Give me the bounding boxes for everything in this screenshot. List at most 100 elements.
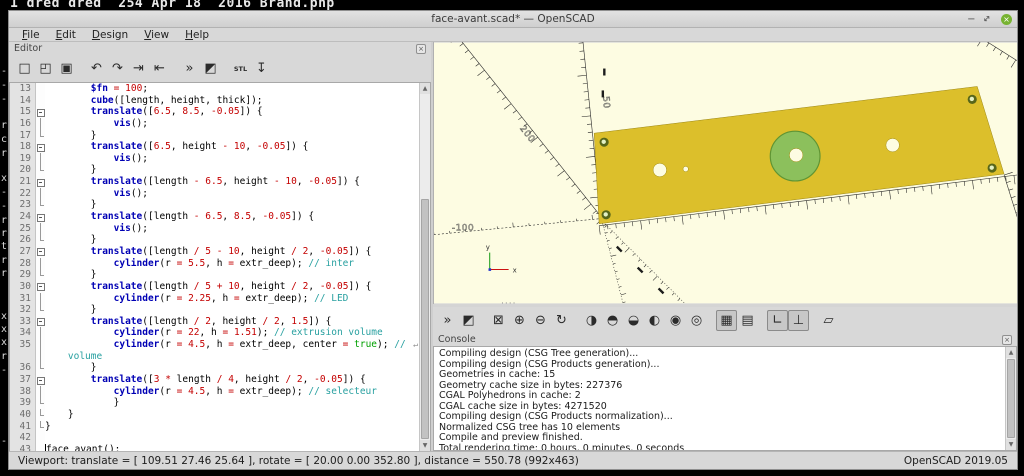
zoom-in-button[interactable]: ⊕ bbox=[509, 310, 530, 331]
scroll-up-icon[interactable]: ▲ bbox=[420, 83, 430, 94]
scroll-down-icon[interactable]: ▼ bbox=[1006, 439, 1016, 450]
view-right-button[interactable]: ◑ bbox=[581, 310, 602, 331]
export-stl-button[interactable]: STL bbox=[230, 58, 251, 79]
fold-margin bbox=[36, 351, 45, 363]
code-line[interactable]: 43face_avant(); bbox=[10, 444, 419, 451]
close-window-button[interactable]: × bbox=[1001, 14, 1012, 25]
horizontal-splitter[interactable] bbox=[433, 304, 1017, 307]
menu-edit[interactable]: Edit bbox=[49, 29, 83, 41]
fold-marker-icon[interactable] bbox=[36, 281, 45, 293]
render-button[interactable]: ◩ bbox=[458, 310, 479, 331]
view-front-button[interactable]: ◉ bbox=[665, 310, 686, 331]
console-line: Compiling design (CSG Tree generation)..… bbox=[439, 349, 1005, 360]
close-icon[interactable]: × bbox=[1002, 335, 1012, 345]
zoom-all-button[interactable]: ⊠ bbox=[488, 310, 509, 331]
console-scrollbar[interactable]: ▲ ▼ bbox=[1005, 347, 1016, 450]
open-file-button[interactable]: ◰ bbox=[35, 58, 56, 79]
code-line[interactable]: 33 translate([length / 2, height / 2, 1.… bbox=[10, 316, 419, 328]
fold-margin bbox=[36, 130, 45, 142]
orthogonal-view-button[interactable]: ▱ bbox=[818, 310, 839, 331]
fold-marker-icon[interactable] bbox=[36, 106, 45, 118]
view-back-button[interactable]: ◎ bbox=[686, 310, 707, 331]
unindent-button[interactable]: ⇤ bbox=[149, 58, 170, 79]
code-line[interactable]: 15 translate([6.5, 8.5, -0.05]) { bbox=[10, 106, 419, 118]
fold-marker-icon[interactable] bbox=[36, 176, 45, 188]
code-text: translate([6.5, height - 10, -0.05]) { bbox=[45, 141, 308, 153]
code-line[interactable]: 17 } bbox=[10, 130, 419, 142]
reset-view-button[interactable]: ↻ bbox=[551, 310, 572, 331]
close-icon[interactable]: × bbox=[416, 44, 426, 54]
code-line[interactable]: 26 } bbox=[10, 234, 419, 246]
menu-file[interactable]: File bbox=[15, 29, 47, 41]
code-line[interactable]: 27 translate([length / 5 - 10, height / … bbox=[10, 246, 419, 258]
code-line[interactable]: 35 cylinder(r = 4.5, h = extr_deep, cent… bbox=[10, 339, 419, 351]
fold-marker-icon[interactable] bbox=[36, 316, 45, 328]
show-wireframe-button[interactable]: ▤ bbox=[737, 310, 758, 331]
menu-help[interactable]: Help bbox=[178, 29, 216, 41]
code-line[interactable]: 41} bbox=[10, 421, 419, 433]
code-line[interactable]: 38 cylinder(r = 4.5, h = extr_deep); // … bbox=[10, 386, 419, 398]
code-line[interactable]: 28 cylinder(r = 5.5, h = extr_deep); // … bbox=[10, 258, 419, 270]
code-text: vis(); bbox=[45, 118, 148, 130]
fold-marker-icon[interactable] bbox=[36, 211, 45, 223]
minimize-button[interactable]: − bbox=[967, 14, 975, 25]
code-line[interactable]: 32 } bbox=[10, 304, 419, 316]
save-file-button[interactable]: ▣ bbox=[56, 58, 77, 79]
redo-button[interactable]: ↷ bbox=[107, 58, 128, 79]
show-scale-markers-button[interactable]: ⊥ bbox=[788, 310, 809, 331]
undo-button[interactable]: ↶ bbox=[86, 58, 107, 79]
code-line[interactable]: 14 cube([length, height, thick]); bbox=[10, 95, 419, 107]
indent-button[interactable]: ⇥ bbox=[128, 58, 149, 79]
code-line[interactable]: 39 } bbox=[10, 397, 419, 409]
show-surfaces-button[interactable]: ▦ bbox=[716, 310, 737, 331]
code-line[interactable]: 22 vis(); bbox=[10, 188, 419, 200]
code-line[interactable]: 40 } bbox=[10, 409, 419, 421]
code-line[interactable]: 29 } bbox=[10, 269, 419, 281]
code-editor[interactable]: 13 $fn = 100;14 cube([length, height, th… bbox=[10, 83, 419, 451]
code-line[interactable]: 20 } bbox=[10, 164, 419, 176]
preview-button[interactable]: » bbox=[437, 310, 458, 331]
scrollbar-thumb[interactable] bbox=[421, 199, 429, 439]
code-line[interactable]: 21 translate([length - 6.5, height - 10,… bbox=[10, 176, 419, 188]
fold-marker-icon[interactable] bbox=[36, 141, 45, 153]
led-hole bbox=[683, 166, 688, 171]
code-line[interactable]: 31 cylinder(r = 2.25, h = extr_deep); //… bbox=[10, 293, 419, 305]
scroll-up-icon[interactable]: ▲ bbox=[1006, 347, 1016, 358]
view-top-button[interactable]: ◓ bbox=[602, 310, 623, 331]
render-button[interactable]: ◩ bbox=[200, 58, 221, 79]
code-line[interactable]: 37 translate([3 * length / 4, height / 2… bbox=[10, 374, 419, 386]
fold-marker-icon[interactable] bbox=[36, 246, 45, 258]
code-line[interactable]: 16 vis(); bbox=[10, 118, 419, 130]
code-line[interactable]: 23 } bbox=[10, 199, 419, 211]
editor-scrollbar[interactable]: ▲ ▼ bbox=[419, 83, 430, 451]
terminal-char: r bbox=[1, 268, 7, 279]
scrollbar-thumb[interactable] bbox=[1007, 359, 1015, 438]
code-line[interactable]: 25 vis(); bbox=[10, 223, 419, 235]
fold-marker-icon[interactable] bbox=[36, 374, 45, 386]
code-line[interactable]: 24 translate([length - 6.5, 8.5, -0.05])… bbox=[10, 211, 419, 223]
code-line[interactable]: 13 $fn = 100; bbox=[10, 83, 419, 95]
view-left-button[interactable]: ◐ bbox=[644, 310, 665, 331]
show-axes-button[interactable]: ∟ bbox=[767, 310, 788, 331]
code-line[interactable]: 42 bbox=[10, 432, 419, 444]
corner-screw-hole bbox=[602, 210, 611, 219]
3d-viewport[interactable]: 200 50 -100 bbox=[433, 42, 1017, 304]
code-line[interactable]: volume bbox=[10, 351, 419, 363]
titlebar[interactable]: face-avant.scad* — OpenSCAD − ↔ × bbox=[9, 11, 1017, 28]
code-text: } bbox=[45, 130, 97, 142]
menu-design[interactable]: Design bbox=[85, 29, 135, 41]
line-number: 42 bbox=[10, 432, 36, 444]
code-line[interactable]: 18 translate([6.5, height - 10, -0.05]) … bbox=[10, 141, 419, 153]
code-line[interactable]: 36 } bbox=[10, 362, 419, 374]
view-bottom-button[interactable]: ◒ bbox=[623, 310, 644, 331]
restore-button[interactable]: ↔ bbox=[982, 13, 995, 26]
zoom-out-button[interactable]: ⊖ bbox=[530, 310, 551, 331]
send-to-printer-button[interactable]: ↧ bbox=[251, 58, 272, 79]
menu-view[interactable]: View bbox=[137, 29, 176, 41]
code-line[interactable]: 19 vis(); bbox=[10, 153, 419, 165]
preview-button[interactable]: » bbox=[179, 58, 200, 79]
code-line[interactable]: 30 translate([length / 5 + 10, height / … bbox=[10, 281, 419, 293]
code-line[interactable]: 34 cylinder(r = 22, h = 1.51); // extrus… bbox=[10, 327, 419, 339]
new-file-button[interactable]: □ bbox=[14, 58, 35, 79]
scroll-down-icon[interactable]: ▼ bbox=[420, 440, 430, 451]
